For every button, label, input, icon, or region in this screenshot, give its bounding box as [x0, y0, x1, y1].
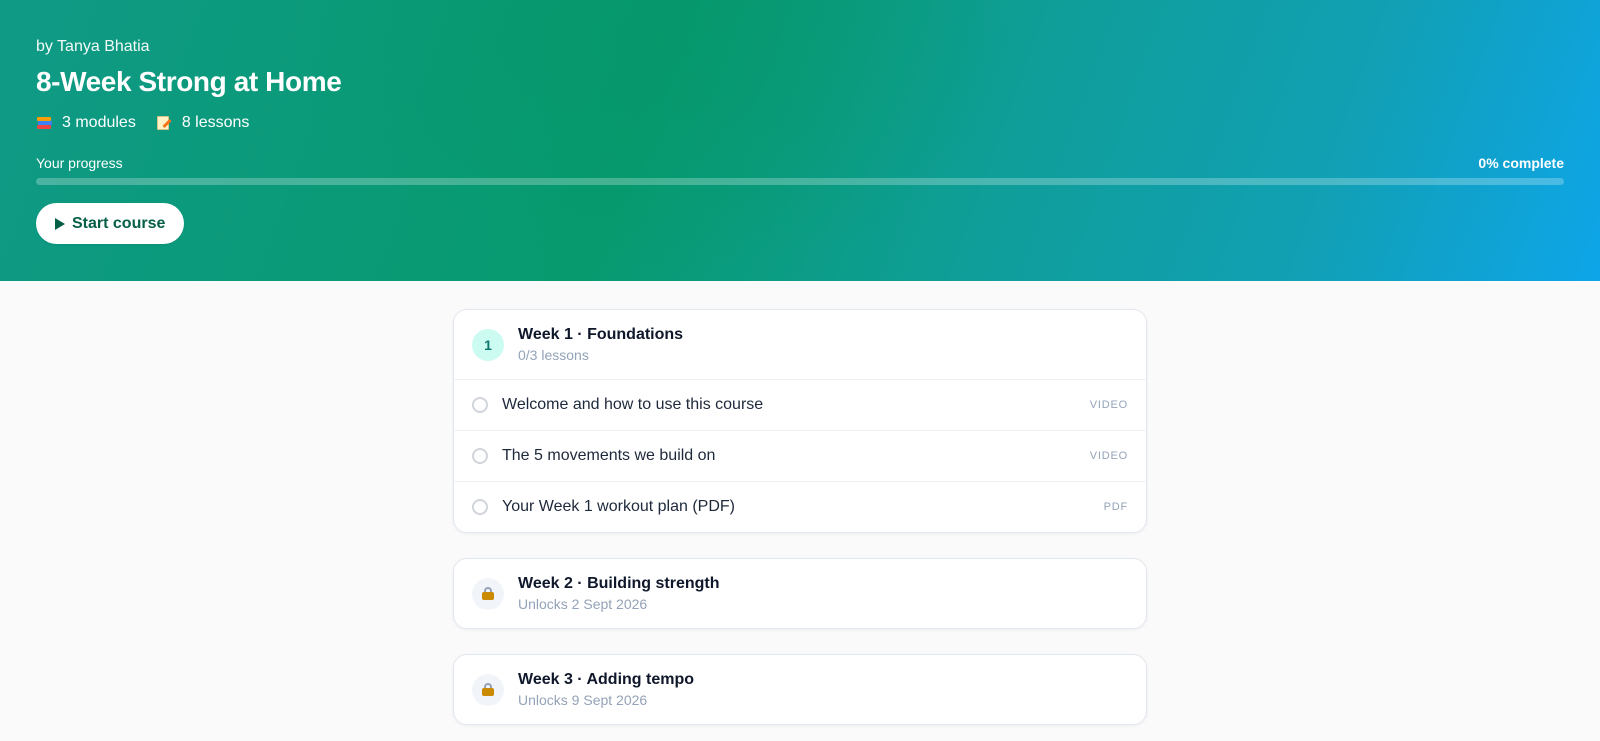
module-header[interactable]: Week 2 · Building strength Unlocks 2 Sep… — [454, 559, 1146, 628]
progress-label: Your progress — [36, 155, 123, 171]
lessons-count-item: 8 lessons — [156, 112, 250, 134]
lesson-status-circle-icon — [472, 448, 488, 464]
module-number-badge: 1 — [472, 328, 504, 361]
books-icon — [36, 116, 52, 130]
module-lock-badge — [472, 673, 504, 706]
module-header[interactable]: 1 Week 1 · Foundations 0/3 lessons — [454, 310, 1146, 379]
progress-row: Your progress 0% complete — [36, 154, 1564, 172]
module-week-2: Week 2 · Building strength Unlocks 2 Sep… — [453, 558, 1147, 629]
lesson-title: Welcome and how to use this course — [502, 396, 764, 413]
lesson-type: PDF — [1103, 501, 1128, 513]
module-subtitle: Unlocks 2 Sept 2026 — [518, 596, 648, 612]
course-title: 8-Week Strong at Home — [36, 66, 342, 97]
lesson-item[interactable]: Your Week 1 workout plan (PDF) PDF — [454, 481, 1146, 532]
course-author: by Tanya Bhatia — [36, 38, 150, 55]
memo-icon — [156, 116, 172, 130]
start-course-label: Start course — [72, 214, 166, 232]
lesson-item[interactable]: The 5 movements we build on VIDEO — [454, 430, 1146, 481]
lesson-title: Your Week 1 workout plan (PDF) — [502, 498, 735, 515]
course-hero: by Tanya Bhatia 8-Week Strong at Home 3 … — [0, 0, 1600, 281]
start-course-button[interactable]: Start course — [36, 203, 185, 244]
module-week-3: Week 3 · Adding tempo Unlocks 9 Sept 202… — [453, 654, 1147, 725]
play-icon — [55, 217, 65, 230]
progress-bar — [36, 178, 1564, 185]
module-title: Week 2 · Building strength — [518, 575, 720, 592]
module-list: 1 Week 1 · Foundations 0/3 lessons Welco… — [453, 309, 1147, 725]
module-subtitle: 0/3 lessons — [518, 347, 589, 363]
lock-icon — [482, 587, 494, 600]
progress-percent: 0% complete — [1478, 155, 1564, 171]
lesson-item[interactable]: Welcome and how to use this course VIDEO — [454, 379, 1146, 430]
module-header[interactable]: Week 3 · Adding tempo Unlocks 9 Sept 202… — [454, 655, 1146, 724]
lesson-status-circle-icon — [472, 499, 488, 515]
modules-count-item: 3 modules — [36, 112, 136, 134]
module-title: Week 1 · Foundations — [518, 326, 684, 343]
lesson-type: VIDEO — [1089, 399, 1128, 411]
module-title: Week 3 · Adding tempo — [518, 671, 695, 688]
lesson-type: VIDEO — [1089, 450, 1128, 462]
module-lock-badge — [472, 577, 504, 610]
module-week-1: 1 Week 1 · Foundations 0/3 lessons Welco… — [453, 309, 1147, 533]
course-meta: 3 modules 8 lessons — [36, 112, 1564, 134]
module-subtitle: Unlocks 9 Sept 2026 — [518, 692, 648, 708]
lock-icon — [482, 683, 494, 696]
lesson-status-circle-icon — [472, 397, 488, 413]
lessons-count: 8 lessons — [181, 114, 250, 131]
lesson-title: The 5 movements we build on — [502, 447, 716, 464]
modules-count: 3 modules — [62, 114, 136, 131]
